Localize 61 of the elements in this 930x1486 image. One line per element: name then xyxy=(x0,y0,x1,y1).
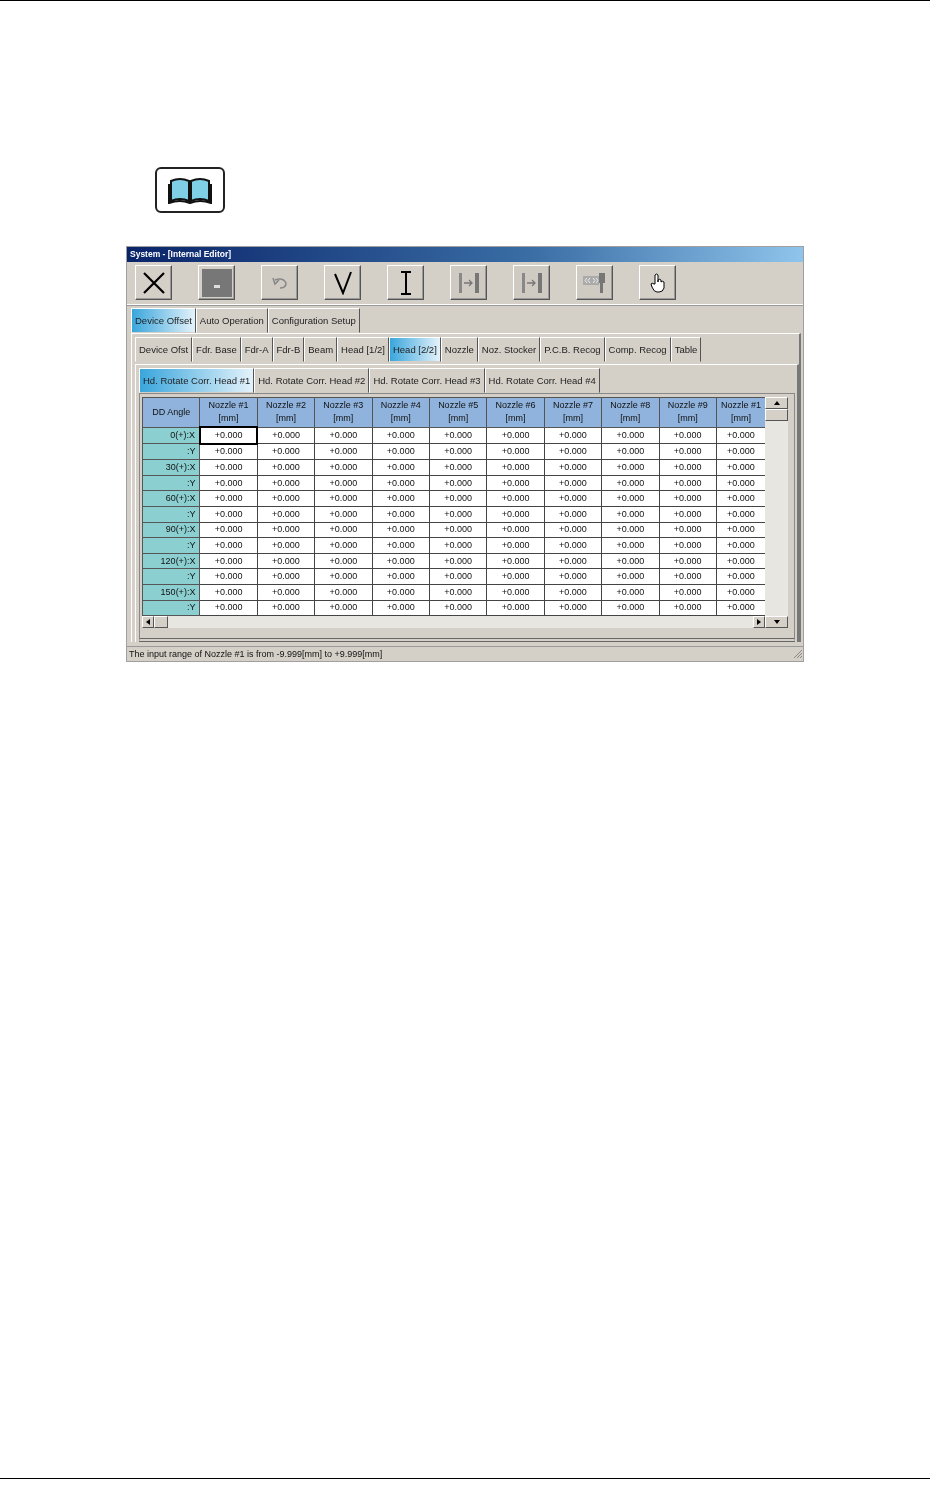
up-arrow-icon xyxy=(773,401,780,405)
toolbar-button[interactable] xyxy=(135,265,172,300)
tab[interactable]: Auto Operation xyxy=(195,308,268,333)
tab[interactable]: Configuration Setup xyxy=(267,308,360,333)
manual-book-icon xyxy=(155,167,225,213)
stop-icon xyxy=(201,268,232,297)
column-header: Nozzle #5 [mm] xyxy=(429,397,487,427)
column-header: Nozzle #2 [mm] xyxy=(257,397,315,427)
right-arrow-icon xyxy=(757,619,761,626)
column-header: Nozzle #1 [mm] xyxy=(199,397,258,427)
column-header: Nozzle #6 [mm] xyxy=(486,397,545,427)
scroll-right-button[interactable] xyxy=(753,616,765,629)
column-header: Nozzle #3 [mm] xyxy=(314,397,373,427)
tab[interactable]: Beam xyxy=(304,337,338,362)
tab[interactable]: Hd. Rotate Corr. Head #4 xyxy=(484,368,600,393)
resize-grip-icon xyxy=(793,649,803,660)
arrow-to-bar-icon xyxy=(457,271,480,294)
tab[interactable]: Device Offset xyxy=(131,308,196,333)
column-header: Nozzle #9 [mm] xyxy=(659,397,717,427)
column-header: Nozzle #1 [mm] xyxy=(716,397,765,427)
tab[interactable]: Hd. Rotate Corr. Head #2 xyxy=(254,368,370,393)
column-header: Nozzle #7 [mm] xyxy=(544,397,602,427)
tab[interactable]: Fdr-A xyxy=(240,337,273,362)
vertical-scrollbar[interactable] xyxy=(765,397,788,629)
tab[interactable]: Table xyxy=(670,337,702,362)
tab[interactable]: Device Ofst xyxy=(135,337,193,362)
tab[interactable]: Hd. Rotate Corr. Head #3 xyxy=(369,368,485,393)
check-icon xyxy=(332,270,353,295)
undo-icon xyxy=(270,275,289,290)
tab[interactable]: Head [2/2] xyxy=(388,337,441,362)
arrow-to-bar-icon xyxy=(520,271,543,294)
column-header: DD Angle xyxy=(142,397,200,427)
tab[interactable]: P.C.B. Recog xyxy=(540,337,605,362)
tab[interactable]: Hd. Rotate Corr. Head #1 xyxy=(139,368,255,393)
scroll-thumb[interactable] xyxy=(765,409,788,421)
left-arrow-icon xyxy=(146,619,150,626)
column-header: Nozzle #4 [mm] xyxy=(372,397,430,427)
tab[interactable]: Fdr. Base xyxy=(192,337,241,362)
tab[interactable]: Noz. Stocker xyxy=(477,337,541,362)
tab[interactable]: Comp. Recog xyxy=(604,337,671,362)
device-icon xyxy=(581,271,608,294)
tab[interactable]: Nozzle xyxy=(440,337,478,362)
hand-pointer-icon xyxy=(649,272,666,293)
status-text: The input range of Nozzle #1 is from -9.999[mm] to +9.999[mm] xyxy=(129,649,383,660)
scroll-left-button[interactable] xyxy=(142,616,154,629)
scroll-thumb[interactable] xyxy=(154,616,168,629)
tab[interactable]: Fdr-B xyxy=(272,337,305,362)
column-header: Nozzle #8 [mm] xyxy=(601,397,659,427)
toolbar-button[interactable] xyxy=(198,265,235,300)
down-arrow-icon xyxy=(773,620,780,625)
window-title: System - [Internal Editor] xyxy=(127,247,803,262)
scroll-down-button[interactable] xyxy=(765,616,788,629)
toolbar-button[interactable] xyxy=(387,265,424,300)
text-cursor-icon xyxy=(399,270,412,295)
horizontal-scrollbar[interactable] xyxy=(142,616,765,629)
table-cell[interactable]: +0.000 xyxy=(199,427,258,444)
toolbar-button[interactable] xyxy=(639,265,676,300)
toolbar-button[interactable] xyxy=(324,265,361,300)
close-icon xyxy=(141,270,166,295)
tab[interactable]: Head [1/2] xyxy=(337,337,389,362)
scroll-up-button[interactable] xyxy=(765,397,788,409)
